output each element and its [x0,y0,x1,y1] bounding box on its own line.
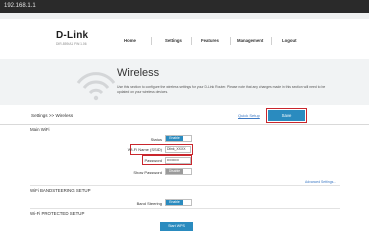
wifi-icon [76,72,116,101]
advanced-settings-link[interactable]: Advanced Settings... [305,180,336,184]
page-hero: Wireless Use this section to configure t… [0,59,369,105]
header: D-Link DIR-859/A1 FW:1.06 Home Settings … [0,19,369,59]
nav-home[interactable]: Home [124,38,136,43]
status-toggle-value: Enable [166,136,183,141]
password-label: Password [144,158,162,163]
start-wps-button[interactable]: Start WPS [160,222,193,231]
band-steering-toggle-value: Enable [166,200,183,205]
save-highlight: Save [266,108,307,123]
nav-divider [151,37,152,45]
ssid-input[interactable]: Dlink_XXXX [165,146,191,153]
nav-divider [271,37,272,45]
browser-address-bar[interactable]: 192.168.1.1 [0,0,369,13]
settings-bar: Settings >> Wireless Quick Setup Save [0,105,369,125]
band-steering-toggle[interactable]: Enable [165,199,192,206]
nav-logout[interactable]: Logout [282,38,297,43]
nav-management[interactable]: Management [237,38,263,43]
page-description: Use this section to configure the wirele… [117,85,326,94]
show-password-toggle-value: Disable [166,169,183,174]
password-input[interactable]: •••••••••• [165,157,191,164]
quick-setup-link[interactable]: Quick Setup [238,113,260,118]
breadcrumb: Settings >> Wireless [31,113,74,118]
show-password-toggle[interactable]: Disable [165,168,192,175]
band-steering-label: Band Steering [136,201,162,206]
page-title: Wireless [117,67,160,79]
divider [30,185,340,186]
section-title-main-wifi: Main WiFi [30,127,50,132]
ssid-label: Wi-Fi Name (SSID) [127,147,162,152]
nav-settings[interactable]: Settings [165,38,182,43]
status-label: Status [150,137,162,142]
model-info: DIR-859/A1 FW:1.06 [56,42,87,46]
divider [30,208,340,209]
section-title-wps: Wi-Fi PROTECTED SETUP [30,211,85,216]
save-button[interactable]: Save [268,110,305,121]
show-password-label: Show Password [133,170,162,175]
status-toggle[interactable]: Enable [165,135,192,142]
nav-features[interactable]: Features [201,38,219,43]
nav-divider [230,37,231,45]
dlink-logo: D-Link [56,30,89,41]
section-title-bandsteering: WiFi BANDSTEERING SETUP [30,188,91,193]
nav-divider [191,37,192,45]
url-text[interactable]: 192.168.1.1 [4,3,36,9]
